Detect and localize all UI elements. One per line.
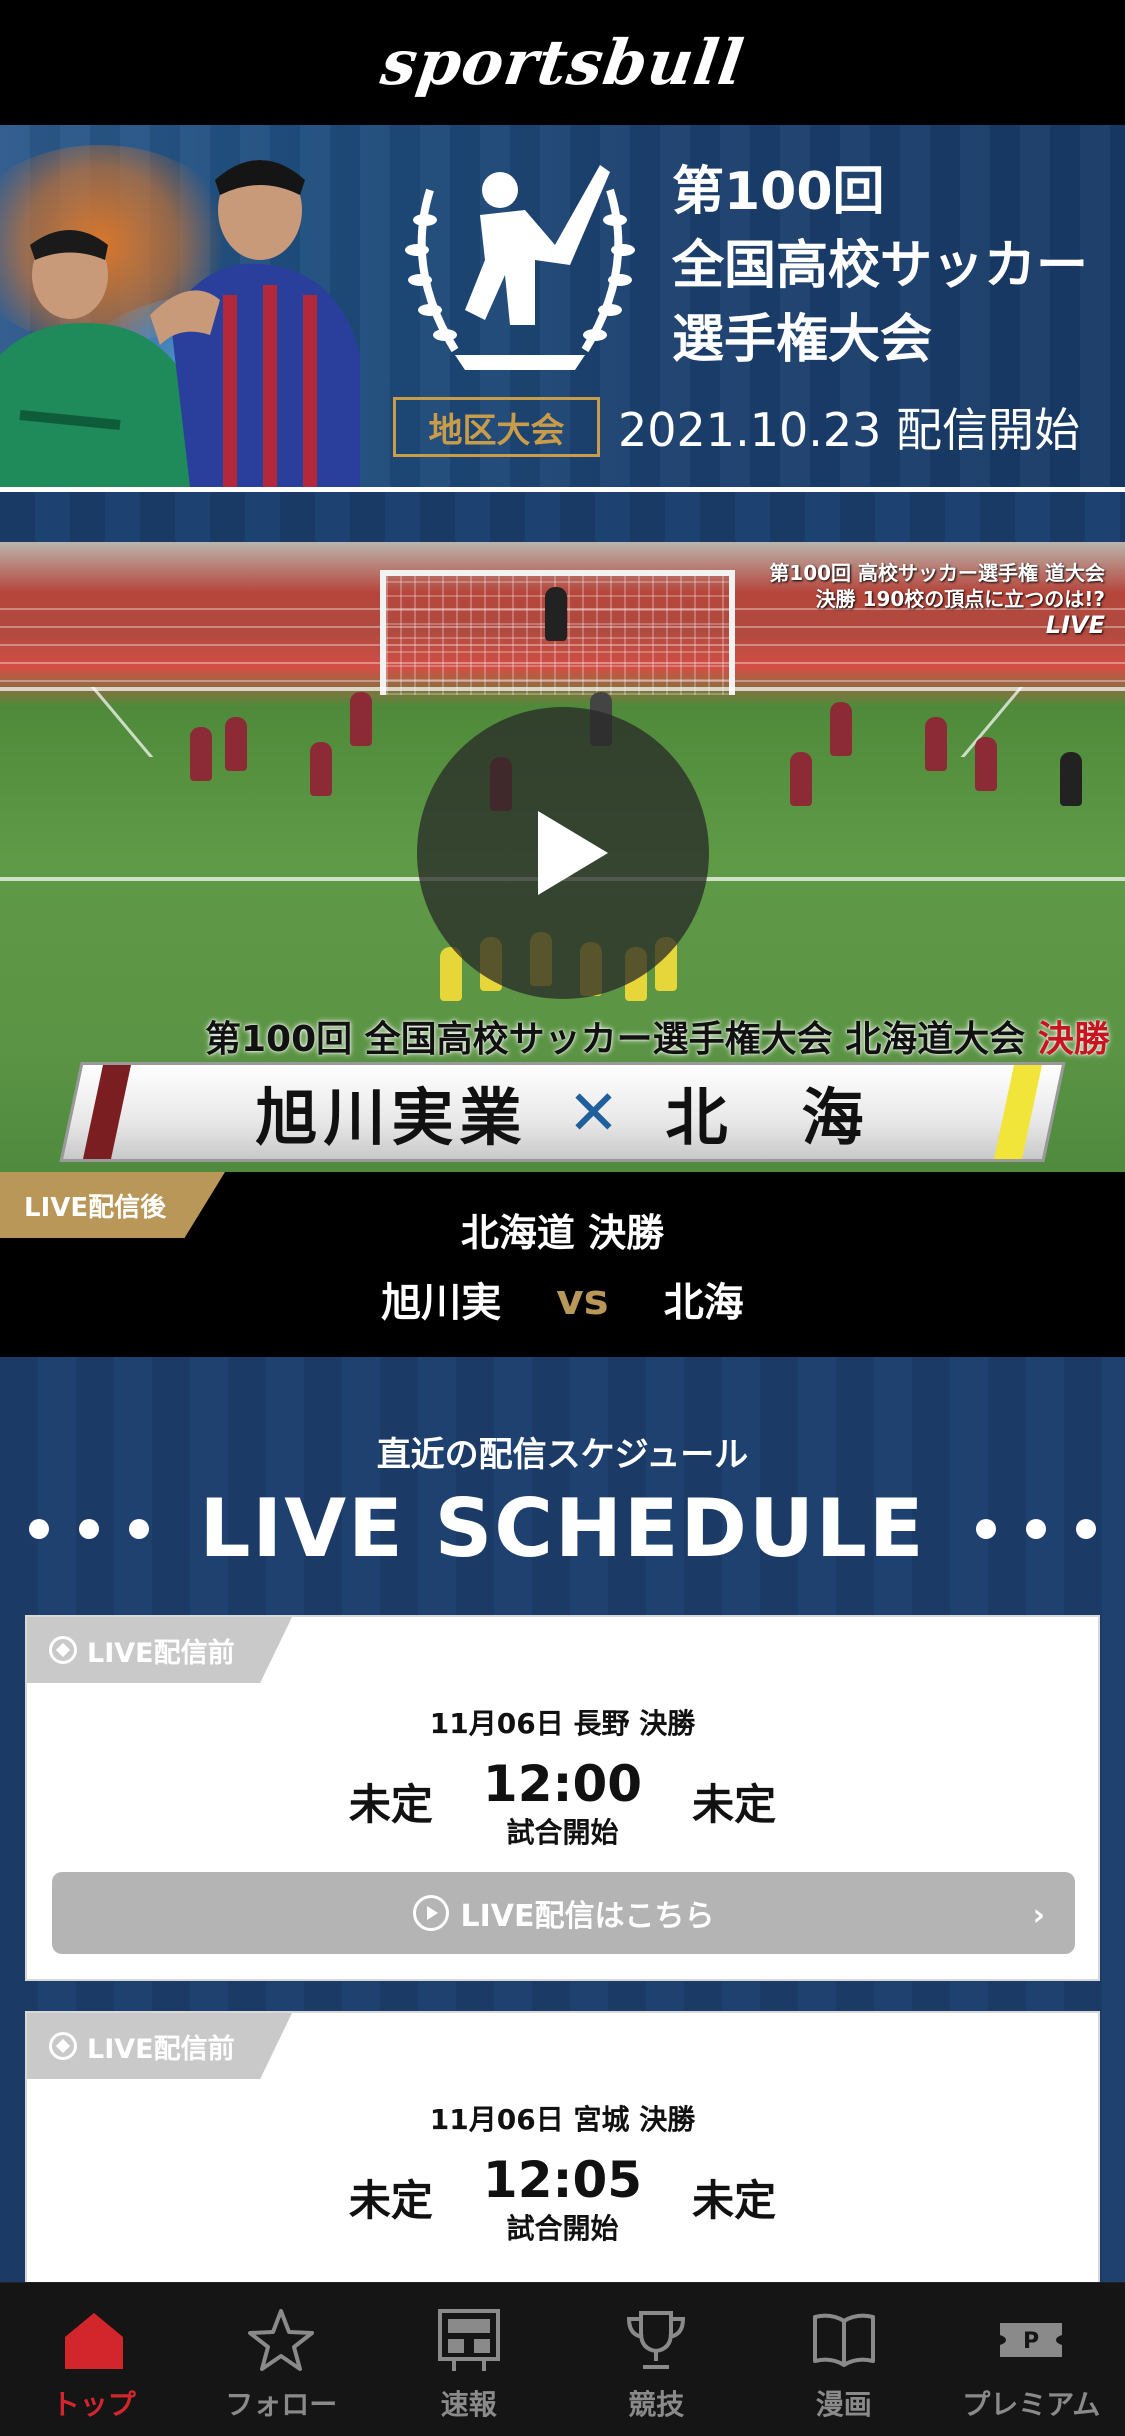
play-icon [538, 811, 608, 895]
kickoff-time: 12:05 [482, 2151, 643, 2209]
field-line [90, 687, 154, 757]
tab-follow[interactable]: フォロー [188, 2283, 376, 2436]
schedule-card[interactable]: LIVE配信前 11月06日 宮城 決勝 未定 12:05 試合開始 未定 [25, 2011, 1100, 2311]
tab-top[interactable]: トップ [0, 2283, 188, 2436]
banner-title: 第100回 全国高校サッカー 選手権大会 [672, 155, 1088, 377]
tab-label: フォロー [225, 2388, 338, 2421]
live-stream-button[interactable]: LIVE配信はこちら › [52, 1872, 1075, 1954]
region-badge: 地区大会 [393, 397, 600, 457]
player-figure [225, 717, 247, 771]
schedule-card[interactable]: LIVE配信前 11月06日 長野 決勝 未定 12:00 試合開始 未定 LI… [25, 1615, 1100, 1981]
player-figure [1060, 752, 1082, 806]
tournament-banner[interactable]: 第100回 全国高校サッカー 選手権大会 地区大会 2021.10.23 配信開… [0, 125, 1125, 487]
tab-label: 速報 [440, 2388, 497, 2421]
svg-text:P: P [1023, 2329, 1039, 2354]
kickoff-label: 試合開始 [506, 1816, 619, 1849]
overlay-home-team: 旭川実業 [255, 1081, 528, 1154]
stripe-divider [0, 487, 1125, 542]
chevron-right-icon: › [1032, 1898, 1045, 1933]
tab-label: トップ [51, 2388, 136, 2421]
ticket-icon: P [1000, 2323, 1063, 2357]
play-button[interactable] [417, 707, 709, 999]
featured-match-info[interactable]: LIVE配信後 北海道 決勝 旭川実 vs 北海 [0, 1172, 1125, 1357]
sportsbull-logo[interactable]: sportsbull [377, 26, 749, 99]
overlay-vs: ✕ [567, 1075, 626, 1149]
caption-line2: 決勝 190校の頂点に立つのは!? [815, 587, 1105, 611]
card-away-team: 未定 [692, 1780, 777, 1829]
vs-label: vs [556, 1274, 609, 1324]
card-home-team: 未定 [348, 2176, 433, 2225]
away-team: 北海 [663, 1280, 744, 1326]
home-team: 旭川実 [381, 1280, 502, 1326]
card-status-label: LIVE配信前 [87, 1637, 235, 1669]
player-figure [830, 702, 852, 756]
card-date: 11月06日 宮城 決勝 [429, 2103, 696, 2136]
tab-label: プレミアム [962, 2388, 1101, 2421]
play-circle-icon [412, 1895, 449, 1931]
goalkeeper [545, 587, 567, 641]
player-figure [925, 717, 947, 771]
player-figure [975, 737, 997, 791]
live-schedule-section: 直近の配信スケジュール LIVE SCHEDULE LIVE配信前 11月06日… [0, 1357, 1125, 2311]
live-stream-button-label: LIVE配信はこちら [460, 1899, 715, 1934]
caption-line1: 第100回 高校サッカー選手権 道大会 [769, 561, 1105, 585]
banner-title-line1: 第100回 [672, 162, 885, 222]
card-status-label: LIVE配信前 [87, 2033, 235, 2065]
banner-title-line3: 選手権大会 [672, 310, 933, 370]
tab-label: 漫画 [815, 2388, 872, 2421]
home-icon [64, 2313, 123, 2369]
match-teams: 旭川実 vs 北海 [0, 1270, 1125, 1328]
card-status-badge: LIVE配信前 [27, 1617, 292, 1683]
banner-date: 2021.10.23 配信開始 [618, 403, 1080, 457]
dots-decoration [29, 1518, 150, 1539]
tab-sports[interactable]: 競技 [563, 2283, 751, 2436]
tab-live-scores[interactable]: 速報 [375, 2283, 563, 2436]
tournament-emblem [405, 165, 635, 370]
kickoff-block: 12:05 試合開始 [483, 2153, 642, 2247]
overlay-title: 第100回 全国高校サッカー選手権大会 北海道大会 決勝 [205, 1010, 1110, 1062]
overlay-title-text: 第100回 全国高校サッカー選手権大会 北海道大会 [205, 1019, 1026, 1060]
broadcast-caption: 第100回 高校サッカー選手権 道大会 決勝 190校の頂点に立つのは!? LI… [769, 560, 1105, 638]
schedule-subtitle: 直近の配信スケジュール [376, 1435, 749, 1475]
card-away-team: 未定 [692, 2176, 777, 2225]
player-blue-red-image [150, 160, 360, 487]
player-figure [310, 742, 332, 796]
card-matchup: 未定 12:00 試合開始 未定 [27, 1757, 1098, 1851]
card-status-badge: LIVE配信前 [27, 2013, 292, 2079]
app-header: sportsbull [0, 0, 1125, 125]
soccer-ball-icon [49, 2032, 77, 2060]
bottom-tab-bar: トップ フォロー 速報 競技 漫画 P プレミアム [0, 2282, 1125, 2436]
tab-label: 競技 [628, 2388, 685, 2421]
book-icon [812, 2313, 875, 2367]
schedule-title: LIVE SCHEDULE [199, 1482, 926, 1575]
dots-decoration [975, 1518, 1096, 1539]
soccer-ball-icon [49, 1636, 77, 1664]
kickoff-label: 試合開始 [506, 2212, 619, 2245]
kickoff-block: 12:00 試合開始 [483, 1757, 642, 1851]
player-figure [350, 692, 372, 746]
overlay-away-team: 北 海 [665, 1081, 870, 1154]
live-mark: LIVE [1045, 611, 1105, 639]
video-player[interactable]: 第100回 高校サッカー選手権 道大会 決勝 190校の頂点に立つのは!? LI… [0, 542, 1125, 1172]
trophy-icon [627, 2311, 686, 2369]
card-home-team: 未定 [348, 1780, 433, 1829]
player-figure [190, 727, 212, 781]
field-line [0, 687, 1125, 691]
overlay-stage: 決勝 [1037, 1019, 1110, 1060]
score-bar-text: 旭川実業 ✕ 北 海 [0, 1062, 1125, 1162]
player-figure [790, 752, 812, 806]
card-date: 11月06日 長野 決勝 [429, 1707, 696, 1740]
tab-premium[interactable]: P プレミアム [938, 2283, 1125, 2436]
scoreboard-icon [437, 2309, 500, 2371]
match-round: 北海道 決勝 [460, 1211, 665, 1255]
banner-title-line2: 全国高校サッカー [672, 236, 1089, 296]
schedule-title-row: LIVE SCHEDULE [0, 1482, 1125, 1575]
card-matchup: 未定 12:05 試合開始 未定 [27, 2153, 1098, 2247]
tab-manga[interactable]: 漫画 [750, 2283, 938, 2436]
star-icon [248, 2309, 315, 2371]
kickoff-time: 12:00 [482, 1755, 643, 1813]
